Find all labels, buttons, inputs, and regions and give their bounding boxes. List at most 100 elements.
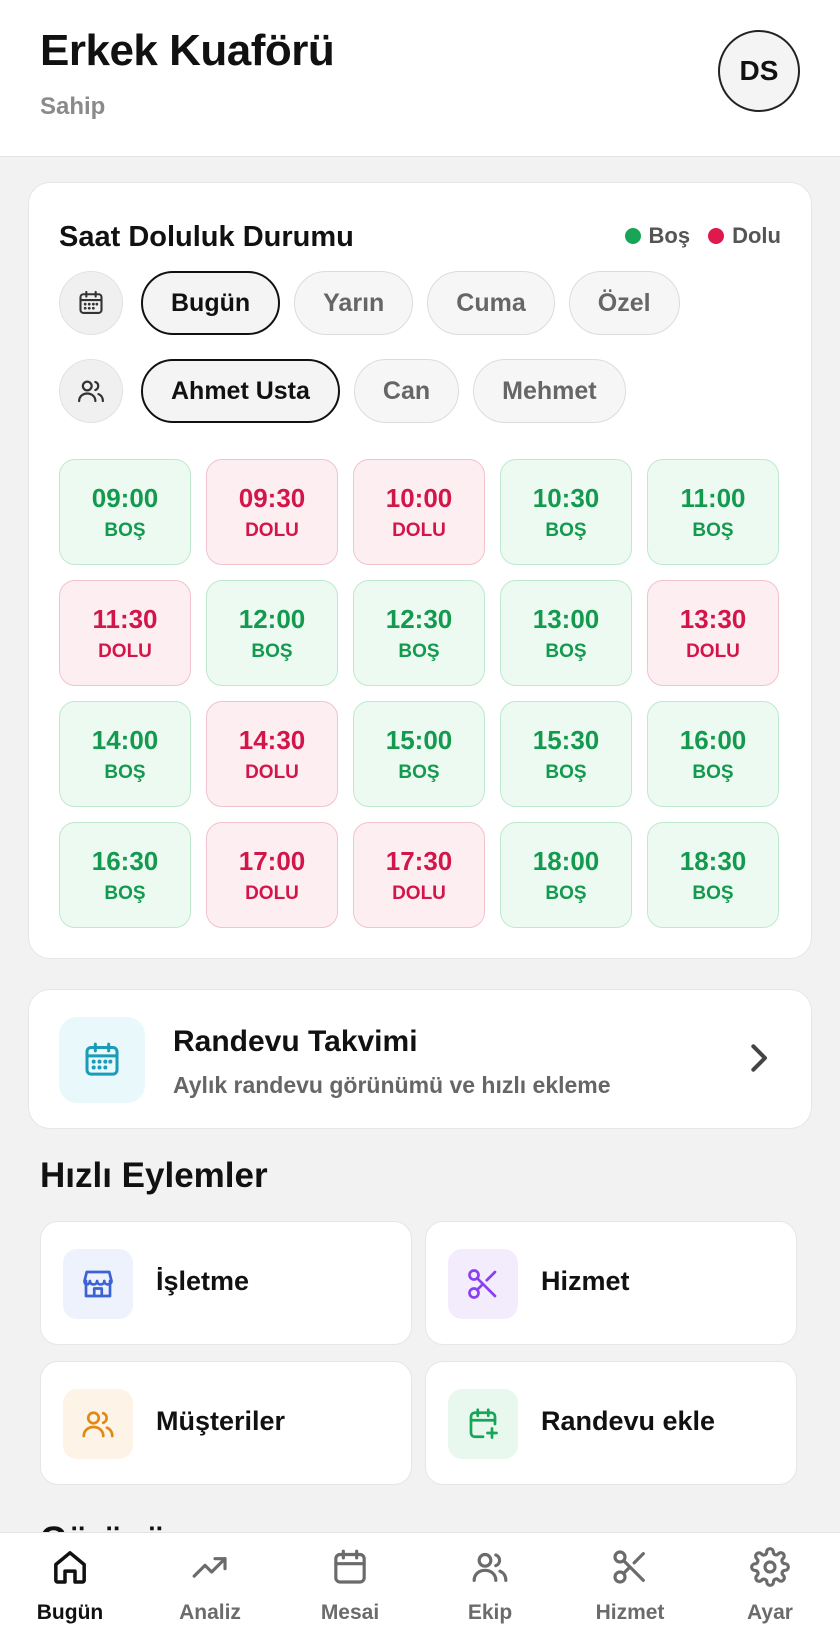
time-slot-status: BOŞ: [545, 882, 587, 904]
time-slot-status: BOŞ: [398, 640, 440, 662]
day-chip-tomorrow[interactable]: Yarın: [294, 271, 414, 335]
time-slot-time: 11:00: [680, 482, 746, 513]
occupancy-title: Saat Doluluk Durumu: [59, 221, 354, 253]
time-slot-time: 10:30: [532, 482, 600, 513]
calendar-card-subtitle: Aylık randevu görünümü ve hızlı ekleme: [173, 1072, 611, 1098]
time-slot-time: 17:00: [238, 845, 306, 876]
time-slot[interactable]: 11:30 DOLU: [59, 580, 191, 686]
time-slot[interactable]: 17:30 DOLU: [353, 822, 485, 928]
home-icon: [50, 1547, 90, 1593]
time-slot[interactable]: 17:00 DOLU: [206, 822, 338, 928]
scissors-icon: [610, 1547, 650, 1593]
tab-services-label: Hizmet: [595, 1600, 665, 1624]
quick-action-customers-label: Müşteriler: [156, 1406, 286, 1436]
red-dot-icon: [708, 228, 725, 244]
time-slot-status: BOŞ: [398, 761, 440, 783]
time-slot[interactable]: 16:00 BOŞ: [647, 701, 779, 807]
time-slot-status: DOLU: [392, 519, 446, 541]
gear-icon: [750, 1546, 790, 1593]
time-slot-time: 16:30: [91, 845, 159, 876]
quick-action-add-appointment-label: Randevu ekle: [541, 1406, 716, 1436]
time-slot-status: BOŞ: [692, 761, 734, 783]
time-slot[interactable]: 10:00 DOLU: [353, 459, 485, 565]
day-chip-today[interactable]: Bugün: [141, 271, 281, 335]
quick-action-add-appointment[interactable]: Randevu ekle: [425, 1361, 797, 1485]
time-slot-time: 13:30: [679, 603, 747, 634]
time-slot[interactable]: 13:30 DOLU: [647, 580, 779, 686]
day-chip-custom[interactable]: Özel: [568, 271, 680, 335]
time-slot[interactable]: 16:30 BOŞ: [59, 822, 191, 928]
time-slot[interactable]: 09:00 BOŞ: [59, 459, 191, 565]
quick-action-service-label: Hizmet: [541, 1266, 630, 1296]
time-slot[interactable]: 12:00 BOŞ: [206, 580, 338, 686]
time-slot[interactable]: 18:00 BOŞ: [500, 822, 632, 928]
time-slot[interactable]: 10:30 BOŞ: [500, 459, 632, 565]
tab-working-hours[interactable]: Mesai: [280, 1533, 420, 1638]
avatar[interactable]: DS: [718, 30, 800, 112]
bottom-tab-bar: Bugün Analiz Mesai Ekip Hizmet Ayar: [0, 1532, 840, 1638]
calendar-card-title: Randevu Takvimi: [173, 1025, 418, 1058]
time-slot[interactable]: 15:30 BOŞ: [500, 701, 632, 807]
tab-services[interactable]: Hizmet: [560, 1533, 700, 1638]
time-slot-status: DOLU: [98, 640, 152, 662]
time-slot-time: 10:00: [385, 482, 453, 513]
time-slot-time: 17:30: [385, 845, 453, 876]
quick-actions-title: Hızlı Eylemler: [40, 1156, 268, 1195]
staff-chip-ahmet[interactable]: Ahmet Usta: [141, 359, 340, 423]
users-icon: [59, 359, 123, 423]
calendar-icon: [330, 1547, 370, 1593]
quick-action-customers[interactable]: Müşteriler: [40, 1361, 412, 1485]
scissors-icon: [448, 1249, 518, 1319]
quick-action-service[interactable]: Hizmet: [425, 1221, 797, 1345]
tab-team[interactable]: Ekip: [420, 1533, 560, 1638]
legend-free-label: Boş: [648, 223, 691, 248]
time-slot[interactable]: 14:00 BOŞ: [59, 701, 191, 807]
day-filter-row: Bugün Yarın Cuma Özel: [59, 271, 680, 335]
time-slot[interactable]: 11:00 BOŞ: [647, 459, 779, 565]
legend: Boş Dolu: [624, 223, 781, 249]
time-slot-time: 14:30: [238, 724, 306, 755]
legend-free: Boş: [624, 223, 691, 249]
time-slot-status: DOLU: [686, 640, 740, 662]
time-slot[interactable]: 09:30 DOLU: [206, 459, 338, 565]
time-slot-time: 15:30: [532, 724, 600, 755]
store-icon: [63, 1249, 133, 1319]
time-slot-time: 14:00: [91, 724, 159, 755]
time-slot-time: 18:30: [679, 845, 747, 876]
time-slot-grid: 09:00 BOŞ 09:30 DOLU 10:00 DOLU 10:30 BOŞ 11:00 B…: [59, 459, 779, 928]
time-slot-status: BOŞ: [251, 640, 293, 662]
tab-settings[interactable]: Ayar: [700, 1533, 840, 1638]
time-slot[interactable]: 14:30 DOLU: [206, 701, 338, 807]
time-slot-time: 15:00: [385, 724, 453, 755]
tab-working-hours-label: Mesai: [320, 1600, 380, 1624]
legend-busy: Dolu: [708, 223, 781, 249]
quick-action-business-label: İşletme: [156, 1266, 250, 1296]
staff-filter-row: Ahmet Usta Can Mehmet: [59, 359, 626, 423]
app-header: Erkek Kuaförü Sahip DS: [0, 0, 840, 157]
time-slot[interactable]: 18:30 BOŞ: [647, 822, 779, 928]
time-slot-time: 16:00: [679, 724, 747, 755]
staff-chip-can[interactable]: Can: [353, 359, 460, 423]
green-dot-icon: [624, 228, 641, 244]
quick-action-business[interactable]: İşletme: [40, 1221, 412, 1345]
business-title: Erkek Kuaförü: [40, 26, 335, 75]
time-slot-status: DOLU: [245, 761, 299, 783]
legend-busy-label: Dolu: [732, 223, 781, 248]
tab-team-label: Ekip: [467, 1600, 513, 1624]
tab-analytics[interactable]: Analiz: [140, 1533, 280, 1638]
team-icon: [470, 1547, 510, 1593]
trend-icon: [190, 1547, 230, 1593]
time-slot-status: BOŞ: [104, 882, 146, 904]
day-chip-friday[interactable]: Cuma: [427, 271, 555, 335]
tab-today-label: Bugün: [36, 1600, 104, 1624]
time-slot-status: BOŞ: [545, 519, 587, 541]
time-slot[interactable]: 15:00 BOŞ: [353, 701, 485, 807]
tab-today[interactable]: Bugün: [0, 1533, 140, 1638]
chevron-right-icon: [747, 1038, 773, 1083]
time-slot-time: 18:00: [532, 845, 600, 876]
time-slot[interactable]: 12:30 BOŞ: [353, 580, 485, 686]
staff-chip-mehmet[interactable]: Mehmet: [473, 359, 626, 423]
time-slot[interactable]: 13:00 BOŞ: [500, 580, 632, 686]
appointment-calendar-card[interactable]: Randevu Takvimi Aylık randevu görünümü v…: [28, 989, 812, 1129]
time-slot-time: 13:00: [532, 603, 600, 634]
